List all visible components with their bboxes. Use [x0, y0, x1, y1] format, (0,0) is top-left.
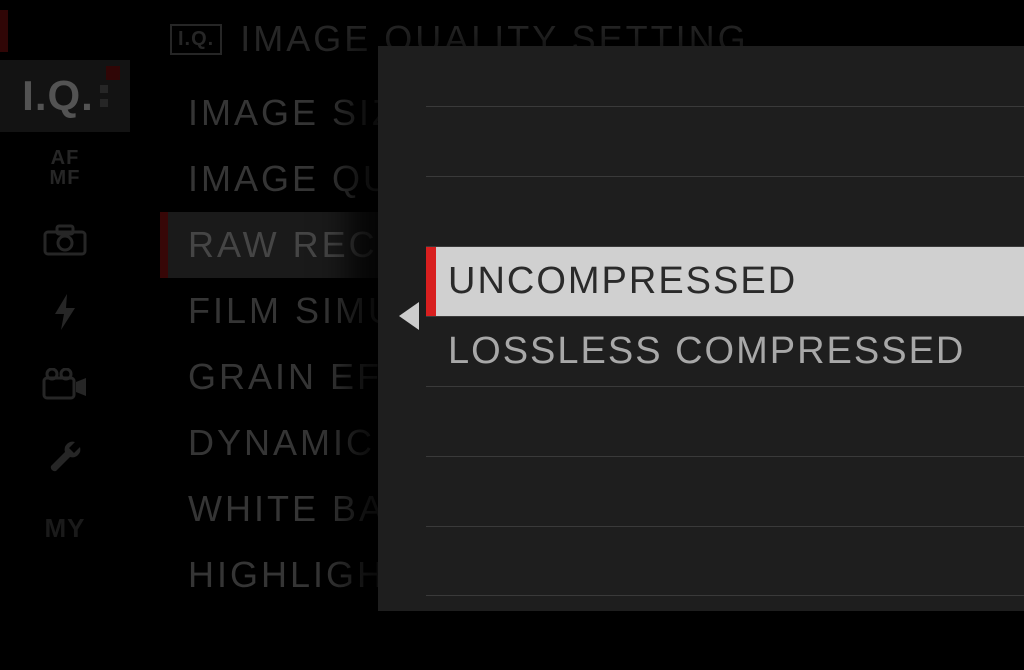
iq-icon: I.Q.	[22, 72, 108, 120]
popup-inner: UNCOMPRESSED LOSSLESS COMPRESSED	[378, 46, 1024, 596]
af-label: AF	[50, 148, 81, 168]
sidebar-item-afmf[interactable]: AF MF	[0, 132, 130, 204]
afmf-icon: AF MF	[50, 148, 81, 188]
popup-option-label: UNCOMPRESSED	[448, 260, 797, 303]
top-accent-bar	[0, 10, 8, 52]
movie-icon	[42, 368, 88, 400]
flash-icon	[51, 292, 79, 332]
dots-icon	[100, 85, 108, 107]
header-iq-icon: I.Q.	[170, 24, 222, 55]
sidebar-item-shooting[interactable]	[0, 204, 130, 276]
submenu-popup: UNCOMPRESSED LOSSLESS COMPRESSED	[378, 46, 1024, 611]
popup-empty-row	[426, 456, 1024, 526]
camera-icon	[43, 224, 87, 256]
popup-option-label: LOSSLESS COMPRESSED	[448, 330, 965, 373]
popup-option-uncompressed[interactable]: UNCOMPRESSED	[426, 246, 1024, 316]
wrench-icon	[45, 436, 85, 476]
popup-empty-row	[426, 526, 1024, 596]
sidebar-item-setup[interactable]	[0, 420, 130, 492]
popup-empty-row	[426, 386, 1024, 456]
popup-back-arrow-icon[interactable]	[399, 302, 419, 330]
sidebar-item-iq[interactable]: I.Q.	[0, 60, 130, 132]
popup-empty-row	[426, 176, 1024, 246]
popup-empty-row	[426, 106, 1024, 176]
sidebar: I.Q. AF MF MY	[0, 60, 130, 564]
sidebar-item-my[interactable]: MY	[0, 492, 130, 564]
sidebar-item-flash[interactable]	[0, 276, 130, 348]
popup-option-lossless-compressed[interactable]: LOSSLESS COMPRESSED	[426, 316, 1024, 386]
sidebar-iq-label: I.Q.	[22, 72, 94, 120]
mf-label: MF	[50, 168, 81, 188]
my-label: MY	[45, 513, 86, 544]
sidebar-item-movie[interactable]	[0, 348, 130, 420]
